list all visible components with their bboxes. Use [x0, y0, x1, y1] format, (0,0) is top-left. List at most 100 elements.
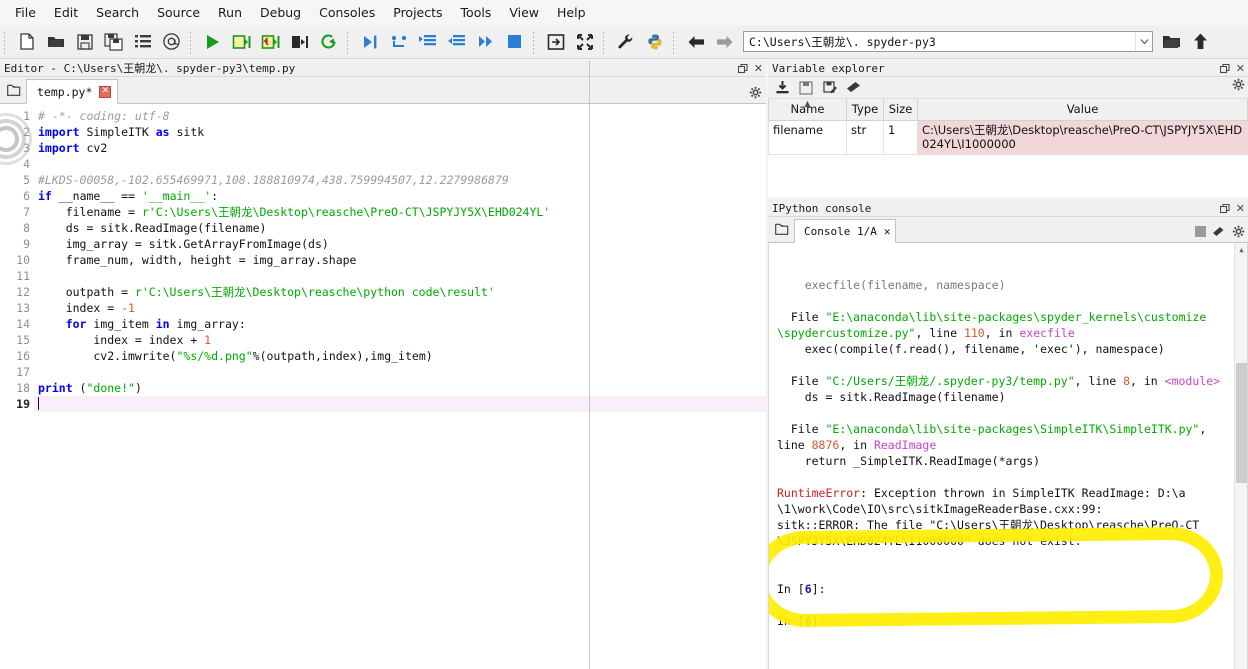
variables-table[interactable]: ▲ Name Type Size Value filename str 1 C:… — [768, 99, 1248, 155]
continue-icon[interactable] — [471, 27, 500, 56]
browse-tabs-icon[interactable] — [2, 78, 26, 102]
run-cell-advance-icon[interactable] — [256, 27, 285, 56]
back-icon[interactable] — [681, 27, 710, 56]
code-line[interactable]: for img_item in img_array: — [34, 316, 766, 332]
code-line[interactable]: #LKDS-00058,-102.655469971,108.188810974… — [34, 172, 766, 188]
toolbar-grip-tools[interactable] — [601, 29, 608, 54]
file-switcher-icon[interactable] — [128, 27, 157, 56]
working-directory-value[interactable]: C:\Users\王朝龙\. spyder-py3 — [744, 35, 1135, 49]
fullscreen-icon[interactable] — [570, 27, 599, 56]
editor-tab-temp-py[interactable]: temp.py* ✕ — [26, 79, 119, 104]
code-line[interactable]: index = index + 1 — [34, 332, 766, 348]
code-line[interactable] — [34, 156, 766, 172]
menu-item-edit[interactable]: Edit — [45, 3, 87, 23]
code-line[interactable]: cv2.imwrite("%s/%d.png"%(outpath,index),… — [34, 348, 766, 364]
menu-item-view[interactable]: View — [500, 3, 548, 23]
code-line[interactable]: if __name__ == '__main__': — [34, 188, 766, 204]
save-data-icon[interactable] — [796, 78, 816, 97]
close-tab-icon[interactable]: ✕ — [99, 85, 112, 98]
menu-item-source[interactable]: Source — [148, 3, 209, 23]
pythonpath-manager-icon[interactable] — [640, 27, 669, 56]
toolbar-grip-layout[interactable] — [531, 29, 538, 54]
maximize-pane-icon[interactable] — [541, 27, 570, 56]
code-line[interactable] — [34, 364, 766, 380]
scroll-up-icon[interactable]: ▲ — [1235, 243, 1247, 256]
close-tab-icon[interactable]: ✕ — [884, 225, 891, 238]
step-return-icon[interactable] — [442, 27, 471, 56]
run-file-icon[interactable] — [198, 27, 227, 56]
code-line[interactable]: import cv2 — [34, 140, 766, 156]
close-icon[interactable]: ✕ — [754, 62, 763, 75]
options-gear-icon[interactable] — [1232, 78, 1245, 91]
debug-file-icon[interactable] — [355, 27, 384, 56]
code-line[interactable]: ds = sitk.ReadImage(filename) — [34, 220, 766, 236]
console-tab-1a[interactable]: Console 1/A ✕ — [794, 219, 897, 243]
code-line[interactable]: index = -1 — [34, 300, 766, 316]
menu-item-help[interactable]: Help — [548, 3, 595, 23]
code-line[interactable]: img_array = sitk.GetArrayFromImage(ds) — [34, 236, 766, 252]
variable-value-cell[interactable]: C:\Users\王朝龙\Desktop\reasche\PreO-CT\JSP… — [917, 119, 1248, 155]
clear-console-icon[interactable] — [1212, 226, 1226, 238]
undock-icon[interactable] — [1219, 63, 1230, 74]
save-all-icon[interactable] — [99, 27, 128, 56]
code-line[interactable]: frame_num, width, height = img_array.sha… — [34, 252, 766, 268]
stop-debug-icon[interactable] — [500, 27, 529, 56]
step-into-icon[interactable] — [413, 27, 442, 56]
toolbar-grip-path[interactable] — [671, 29, 678, 54]
browse-tabs-icon[interactable] — [770, 217, 794, 241]
menu-item-consoles[interactable]: Consoles — [310, 3, 384, 23]
code-line[interactable]: import SimpleITK as sitk — [34, 124, 766, 140]
code-line[interactable]: outpath = r'C:\Users\王朝龙\Desktop\reasche… — [34, 284, 766, 300]
toolbar-grip-file[interactable] — [2, 29, 9, 54]
undock-icon[interactable] — [737, 63, 748, 74]
arrow-up-icon[interactable] — [1186, 27, 1215, 56]
code-line[interactable]: filename = r'C:\Users\王朝龙\Desktop\reasch… — [34, 204, 766, 220]
menu-item-tools[interactable]: Tools — [452, 3, 501, 23]
console-output-area[interactable]: execfile(filename, namespace) File "E:\a… — [768, 243, 1248, 669]
console-token: File — [777, 422, 826, 436]
toolbar-grip-debug[interactable] — [345, 29, 352, 54]
save-data-as-icon[interactable] — [820, 78, 840, 97]
stop-icon[interactable] — [1195, 226, 1206, 237]
open-file-icon[interactable] — [41, 27, 70, 56]
step-over-icon[interactable] — [384, 27, 413, 56]
options-gear-icon[interactable] — [1232, 225, 1245, 238]
open-folder-icon[interactable] — [1157, 27, 1186, 56]
chevron-down-icon[interactable] — [1135, 32, 1152, 51]
working-directory-combobox[interactable]: C:\Users\王朝龙\. spyder-py3 — [743, 31, 1153, 52]
undock-icon[interactable] — [1219, 203, 1230, 214]
source-code-text[interactable]: # -*- coding: utf-8 import SimpleITK as s… — [34, 104, 766, 669]
save-file-icon[interactable] — [70, 27, 99, 56]
table-row[interactable]: filename str 1 C:\Users\王朝龙\Desktop\reas… — [768, 119, 1248, 155]
menu-item-file[interactable]: File — [6, 3, 45, 23]
code-line[interactable] — [34, 396, 766, 412]
forward-icon[interactable] — [710, 27, 739, 56]
close-icon[interactable]: ✕ — [1236, 62, 1245, 75]
menu-item-debug[interactable]: Debug — [251, 3, 310, 23]
run-cell-icon[interactable] — [227, 27, 256, 56]
remove-all-variables-icon[interactable] — [844, 78, 864, 97]
code-editor-area[interactable]: 1 2 3 4 5 6 7 8 9 10 11 12 13 14 15 16 17 18 19 # -*- codi… — [0, 104, 766, 669]
column-header-type[interactable]: Type — [846, 99, 884, 121]
code-line[interactable]: print ("done!") — [34, 380, 766, 396]
re-run-icon[interactable] — [314, 27, 343, 56]
toolbar-grip-run[interactable] — [188, 29, 195, 54]
menu-item-search[interactable]: Search — [87, 3, 148, 23]
column-header-size[interactable]: Size — [883, 99, 918, 121]
new-file-icon[interactable] — [12, 27, 41, 56]
menu-item-run[interactable]: Run — [209, 3, 251, 23]
column-header-name[interactable]: ▲ Name — [768, 99, 847, 121]
run-selection-icon[interactable] — [285, 27, 314, 56]
import-data-icon[interactable] — [772, 78, 792, 97]
code-line[interactable] — [34, 268, 766, 284]
menu-item-projects[interactable]: Projects — [384, 3, 451, 23]
console-vertical-scrollbar[interactable]: ▲ ▼ — [1234, 243, 1247, 669]
close-icon[interactable]: ✕ — [1236, 202, 1245, 215]
column-header-value[interactable]: Value — [917, 99, 1248, 121]
variable-name-cell[interactable]: filename — [768, 119, 847, 155]
find-in-files-icon[interactable] — [157, 27, 186, 56]
preferences-icon[interactable] — [611, 27, 640, 56]
gear-icon[interactable] — [749, 86, 762, 99]
console-scrollbar-thumb[interactable] — [1236, 363, 1247, 483]
code-line[interactable]: # -*- coding: utf-8 — [34, 108, 766, 124]
